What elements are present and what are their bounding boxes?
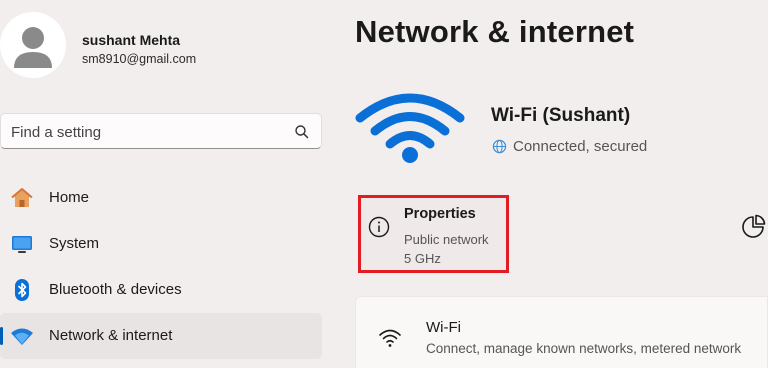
sidebar-item-home[interactable]: Home xyxy=(0,175,322,221)
wifi-settings-card[interactable]: Wi-Fi Connect, manage known networks, me… xyxy=(355,296,768,368)
wifi-icon xyxy=(379,329,401,347)
sidebar-item-label: Network & internet xyxy=(49,327,173,344)
data-usage-icon[interactable] xyxy=(740,214,766,240)
globe-icon xyxy=(492,139,507,154)
search-input[interactable] xyxy=(11,122,281,142)
settings-window: sushant Mehta sm8910@gmail.com Home xyxy=(0,0,768,368)
home-icon xyxy=(11,188,33,207)
sidebar-item-label: Home xyxy=(49,189,90,206)
network-icon xyxy=(11,328,33,345)
sidebar-nav: Home System Bluetooth & devices Network … xyxy=(0,175,330,359)
sidebar-item-bluetooth[interactable]: Bluetooth & devices xyxy=(0,267,322,313)
user-profile[interactable]: sushant Mehta sm8910@gmail.com xyxy=(0,12,330,82)
properties-title: Properties xyxy=(404,206,476,222)
system-icon xyxy=(12,236,32,253)
wifi-card-subtitle: Connect, manage known networks, metered … xyxy=(426,341,742,356)
active-indicator xyxy=(0,327,3,345)
sidebar-item-label: System xyxy=(49,235,100,252)
page-title: Network & internet xyxy=(355,14,635,49)
search-box[interactable] xyxy=(0,113,322,149)
properties-network-type: Public network xyxy=(404,232,489,247)
search-icon[interactable] xyxy=(294,124,310,140)
properties-button[interactable]: Properties Public network 5 GHz xyxy=(358,195,509,273)
info-icon xyxy=(368,216,390,238)
avatar xyxy=(0,12,66,78)
wifi-card-title: Wi-Fi xyxy=(426,319,461,336)
wifi-icon xyxy=(355,93,465,163)
user-email: sm8910@gmail.com xyxy=(82,52,197,66)
sidebar-item-network[interactable]: Network & internet xyxy=(0,313,322,359)
sidebar: sushant Mehta sm8910@gmail.com Home xyxy=(0,0,340,368)
network-status: Connected, secured xyxy=(513,138,648,155)
properties-band: 5 GHz xyxy=(404,251,441,266)
main-content: Network & internet Wi-Fi (Sushant) Conne… xyxy=(355,0,768,368)
sidebar-item-system[interactable]: System xyxy=(0,221,322,267)
person-icon xyxy=(14,27,52,68)
bluetooth-icon xyxy=(15,279,29,301)
network-name: Wi-Fi (Sushant) xyxy=(491,105,631,126)
user-name: sushant Mehta xyxy=(82,32,181,48)
sidebar-item-label: Bluetooth & devices xyxy=(49,281,182,298)
